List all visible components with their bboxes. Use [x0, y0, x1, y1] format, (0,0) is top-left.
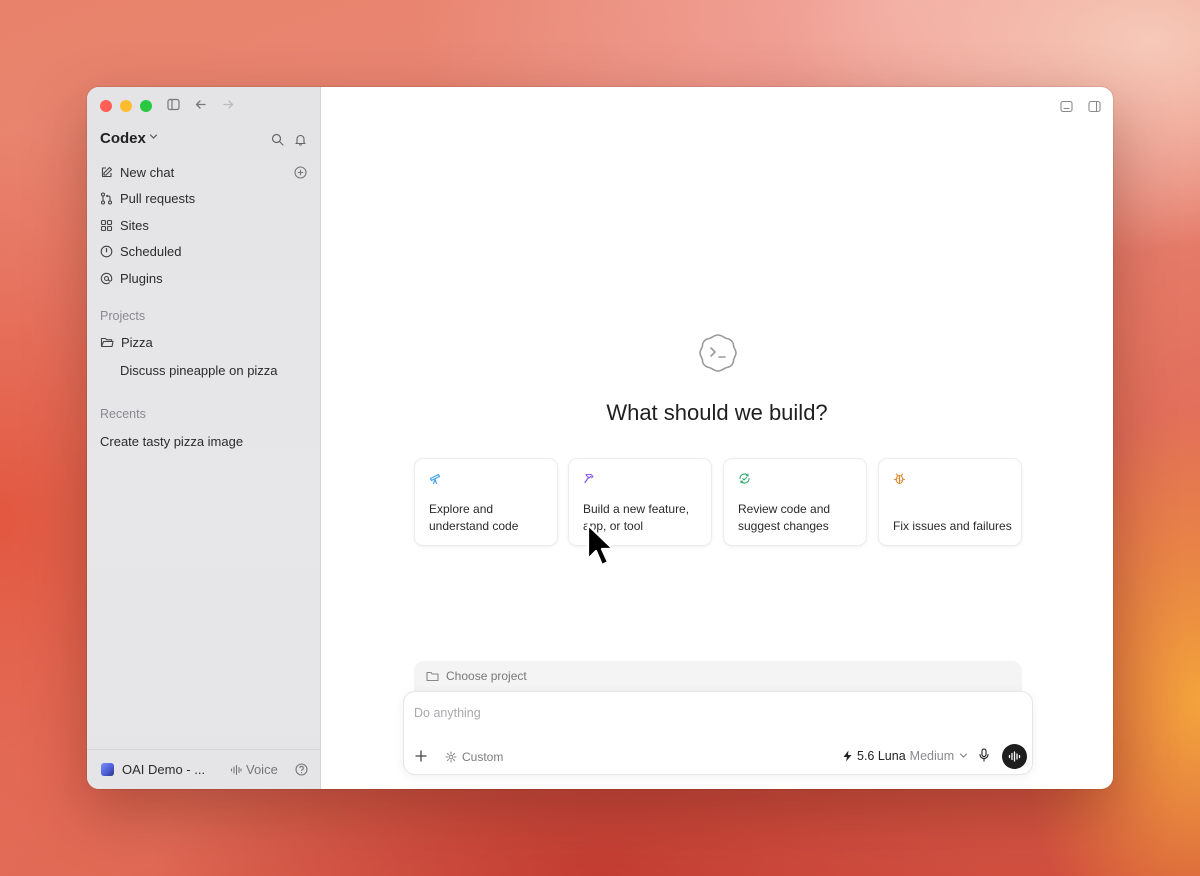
clock-icon [100, 245, 113, 257]
forward-arrow-icon[interactable] [222, 97, 235, 115]
suggestion-card-text: Explore and understand code [429, 502, 519, 533]
search-icon[interactable] [271, 133, 284, 151]
sidebar-item-scheduled[interactable]: Scheduled [100, 240, 181, 262]
voice-label: Voice [246, 762, 278, 777]
suggestion-card-fix[interactable]: Fix issues and failures [878, 458, 1022, 546]
workspace-title[interactable]: Codex [100, 130, 146, 147]
project-name: Pizza [121, 334, 153, 350]
waveform-icon [1008, 751, 1021, 762]
sidebar-item-sites[interactable]: Sites [100, 214, 149, 236]
bug-icon [893, 472, 906, 490]
microphone-icon[interactable] [978, 748, 990, 767]
page-title: What should we build? [606, 400, 828, 425]
edit-icon [101, 166, 113, 177]
account-avatar-icon [101, 763, 114, 776]
back-arrow-icon[interactable] [194, 97, 207, 115]
sidebar-item-pull-requests[interactable]: Pull requests [100, 187, 195, 209]
gear-icon [445, 751, 457, 763]
voice-button[interactable]: Voice [230, 762, 278, 777]
right-panel-toggle-icon[interactable] [1088, 100, 1101, 118]
sidebar-item-label: Scheduled [120, 243, 182, 259]
close-window-button[interactable] [100, 100, 112, 112]
zoom-window-button[interactable] [140, 100, 152, 112]
folder-icon [426, 671, 439, 682]
sidebar-item-label: Sites [120, 217, 149, 233]
recents-section-label: Recents [100, 407, 146, 421]
model-name: 5.6 Luna [857, 749, 906, 763]
app-window: Codex New chat Pull requests Sites Sched… [87, 87, 1113, 789]
project-item-pizza[interactable]: Pizza [100, 331, 153, 353]
git-pull-request-icon [100, 191, 113, 205]
grid-icon [100, 219, 113, 231]
model-selector[interactable]: 5.6 Luna Medium [842, 749, 968, 763]
suggestion-card-text: Review code and suggest changes [738, 502, 831, 533]
choose-project-button[interactable]: Choose project [414, 661, 1022, 691]
sidebar-item-new-chat[interactable]: New chat [100, 161, 174, 183]
account-switcher[interactable]: OAI Demo - ... [122, 762, 205, 777]
minimize-window-button[interactable] [120, 100, 132, 112]
suggestion-card-text: Fix issues and failures [893, 519, 1012, 533]
sidebar: Codex New chat Pull requests Sites Sched… [87, 87, 321, 789]
chevron-down-icon[interactable] [149, 132, 158, 144]
sidebar-toggle-icon[interactable] [167, 97, 180, 115]
chevron-down-icon [959, 751, 968, 762]
suggestion-card-review[interactable]: Review code and suggest changes [723, 458, 867, 546]
sidebar-footer-divider [87, 749, 321, 750]
help-icon[interactable] [295, 763, 308, 781]
folder-icon [100, 337, 114, 347]
terminal-panel-icon[interactable] [1060, 100, 1073, 118]
waveform-icon [230, 764, 242, 775]
plus-icon [415, 750, 427, 762]
reasoning-effort: Medium [909, 749, 955, 763]
recent-item[interactable]: Create tasty pizza image [100, 434, 243, 449]
review-icon [738, 472, 751, 490]
choose-project-label: Choose project [446, 669, 527, 683]
mode-label: Custom [462, 750, 504, 764]
sidebar-item-label: Pull requests [120, 190, 196, 206]
codex-logo-icon [695, 330, 741, 381]
hammer-icon [583, 472, 596, 490]
suggestion-card-explore[interactable]: Explore and understand code [414, 458, 558, 546]
add-circle-icon[interactable] [294, 166, 307, 184]
mode-selector[interactable]: Custom [445, 750, 503, 764]
at-icon [100, 272, 113, 284]
add-attachment-button[interactable] [415, 747, 427, 765]
prompt-composer: Do anything Custom 5.6 Luna Medium [403, 691, 1033, 775]
sidebar-item-plugins[interactable]: Plugins [100, 267, 163, 289]
projects-section-label: Projects [100, 309, 146, 323]
voice-mode-button[interactable] [1002, 744, 1027, 769]
mouse-pointer-icon [586, 523, 616, 574]
prompt-input[interactable]: Do anything [414, 706, 481, 720]
bell-icon[interactable] [294, 133, 307, 151]
sidebar-item-label: Plugins [120, 270, 163, 286]
telescope-icon [429, 472, 442, 490]
lightning-icon [843, 750, 852, 762]
sidebar-item-label: New chat [120, 164, 175, 180]
project-thread-item[interactable]: Discuss pineapple on pizza [120, 363, 278, 378]
